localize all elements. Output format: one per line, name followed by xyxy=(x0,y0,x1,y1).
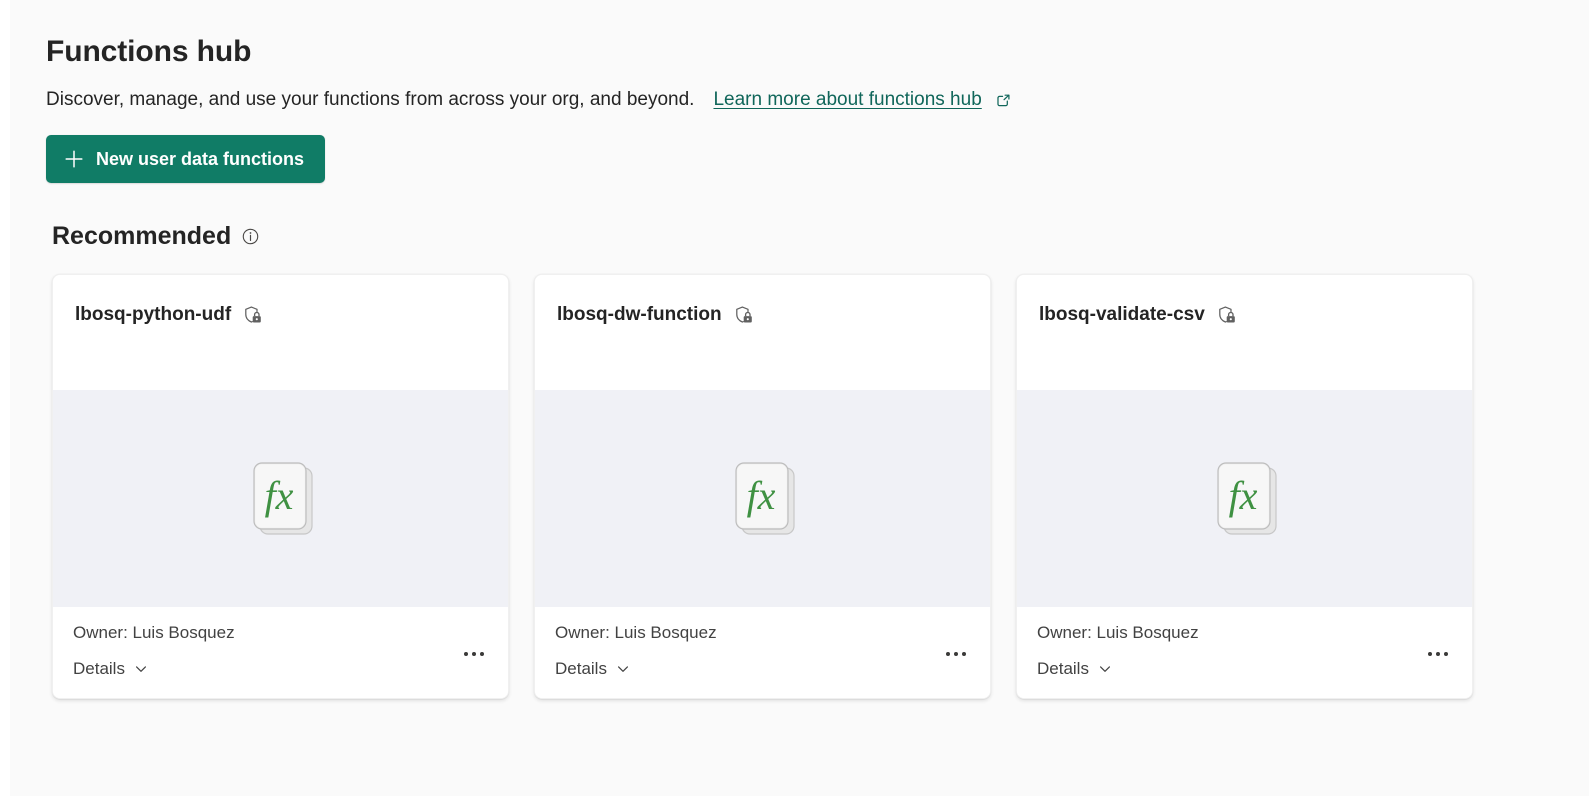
chevron-down-icon xyxy=(1098,662,1112,676)
page-content: Functions hub Discover, manage, and use … xyxy=(46,32,1589,699)
card-details-label: Details xyxy=(555,659,607,678)
fx-function-icon: fx xyxy=(252,461,313,535)
recommended-section-header: Recommended xyxy=(46,220,1589,252)
svg-text:fx: fx xyxy=(746,473,775,518)
card-details-label: Details xyxy=(1037,659,1089,678)
card-details-toggle[interactable]: Details xyxy=(73,658,148,680)
shield-lock-icon xyxy=(732,304,754,326)
card-title: lbosq-python-udf xyxy=(75,304,232,325)
page-subtitle: Discover, manage, and use your functions… xyxy=(46,89,695,110)
plus-icon xyxy=(63,148,85,170)
card-details-toggle[interactable]: Details xyxy=(555,658,630,680)
card-thumbnail-area: fx xyxy=(535,390,990,607)
card-footer: Owner: Luis Bosquez Details xyxy=(535,607,990,698)
more-options-icon xyxy=(464,652,484,656)
chevron-down-icon xyxy=(616,662,630,676)
more-options-icon xyxy=(1428,652,1448,656)
card-thumbnail-area: fx xyxy=(1017,390,1472,607)
card-title-wrap: lbosq-dw-function xyxy=(557,303,754,327)
function-card[interactable]: lbosq-validate-csv fx Owner: Luis Bosque… xyxy=(1016,274,1473,699)
card-thumbnail-area: fx xyxy=(53,390,508,607)
more-options-button[interactable] xyxy=(939,640,973,668)
new-user-data-functions-label: New user data functions xyxy=(96,148,305,169)
card-details-label: Details xyxy=(73,659,125,678)
card-header: lbosq-validate-csv xyxy=(1017,275,1472,390)
fx-function-icon: fx xyxy=(1216,461,1277,535)
page-title: Functions hub xyxy=(46,35,252,68)
card-footer: Owner: Luis Bosquez Details xyxy=(1017,607,1472,698)
shield-lock-icon xyxy=(241,304,263,326)
more-options-button[interactable] xyxy=(1421,640,1455,668)
card-details-toggle[interactable]: Details xyxy=(1037,658,1112,680)
svg-text:fx: fx xyxy=(264,473,293,518)
recommended-card-grid: lbosq-python-udf fx Owner: Luis Bosquez … xyxy=(46,274,1589,699)
card-owner: Owner: Luis Bosquez xyxy=(555,623,717,642)
card-owner: Owner: Luis Bosquez xyxy=(1037,623,1199,642)
card-footer: Owner: Luis Bosquez Details xyxy=(53,607,508,698)
info-icon[interactable] xyxy=(241,227,260,246)
shield-lock-icon xyxy=(1215,304,1237,326)
card-header: lbosq-dw-function xyxy=(535,275,990,390)
fx-function-icon: fx xyxy=(734,461,795,535)
learn-more-link[interactable]: Learn more about functions hub xyxy=(713,87,1013,113)
learn-more-label: Learn more about functions hub xyxy=(713,89,982,110)
card-title: lbosq-dw-function xyxy=(557,304,722,325)
card-title: lbosq-validate-csv xyxy=(1039,304,1205,325)
new-user-data-functions-button[interactable]: New user data functions xyxy=(46,135,326,183)
card-owner: Owner: Luis Bosquez xyxy=(73,623,235,642)
page-surface: Functions hub Discover, manage, and use … xyxy=(10,0,1589,796)
more-options-button[interactable] xyxy=(457,640,491,668)
card-title-wrap: lbosq-python-udf xyxy=(75,303,263,327)
function-card[interactable]: lbosq-python-udf fx Owner: Luis Bosquez … xyxy=(52,274,509,699)
more-options-icon xyxy=(946,652,966,656)
card-title-wrap: lbosq-validate-csv xyxy=(1039,303,1237,327)
function-card[interactable]: lbosq-dw-function fx Owner: Luis Bosquez… xyxy=(534,274,991,699)
chevron-down-icon xyxy=(134,662,148,676)
section-title: Recommended xyxy=(52,222,232,250)
external-link-icon xyxy=(994,90,1014,110)
page-root: Functions hub Discover, manage, and use … xyxy=(0,0,1589,796)
card-header: lbosq-python-udf xyxy=(53,275,508,390)
svg-text:fx: fx xyxy=(1228,473,1257,518)
page-subtitle-row: Discover, manage, and use your functions… xyxy=(46,86,1589,114)
